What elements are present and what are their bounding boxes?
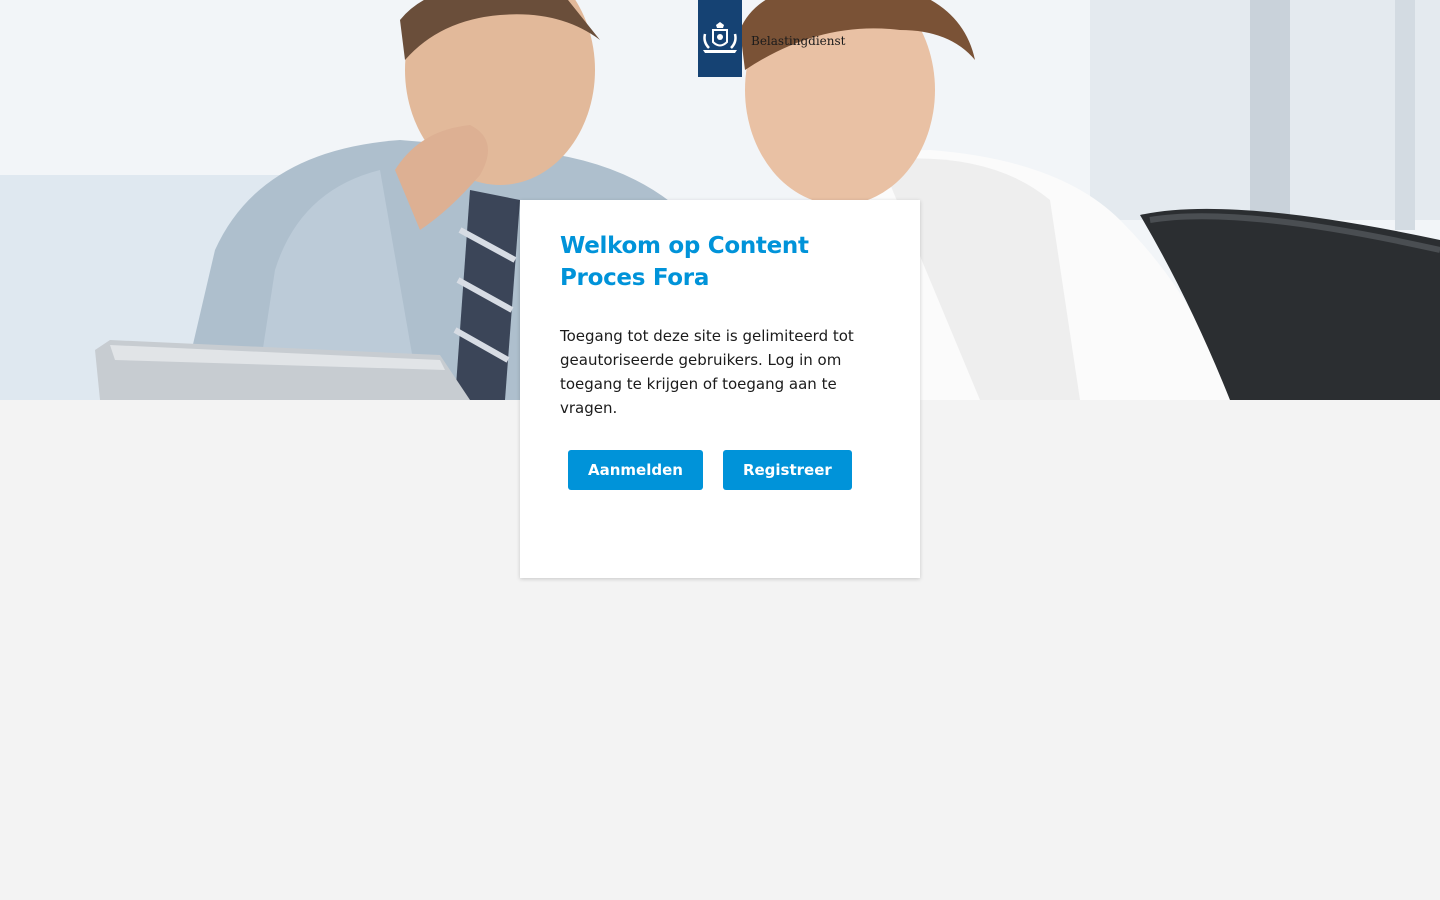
- coat-of-arms-icon-svg: [703, 21, 737, 53]
- login-button[interactable]: Aanmelden: [568, 450, 703, 490]
- coat-of-arms-icon: [698, 0, 742, 77]
- page-title: Welkom op Content Proces Fora: [560, 233, 809, 291]
- belastingdienst-logo: Belastingdienst: [698, 0, 845, 77]
- brand-name: Belastingdienst: [751, 34, 846, 48]
- welcome-card: Welkom op Content Proces Fora Toegang to…: [520, 200, 920, 578]
- action-buttons: Aanmelden Registreer: [568, 450, 880, 490]
- access-description: Toegang tot deze site is gelimiteerd tot…: [560, 327, 854, 417]
- register-button[interactable]: Registreer: [722, 450, 852, 490]
- page: Belastingdienst Welkom op Content Proces…: [0, 0, 1440, 900]
